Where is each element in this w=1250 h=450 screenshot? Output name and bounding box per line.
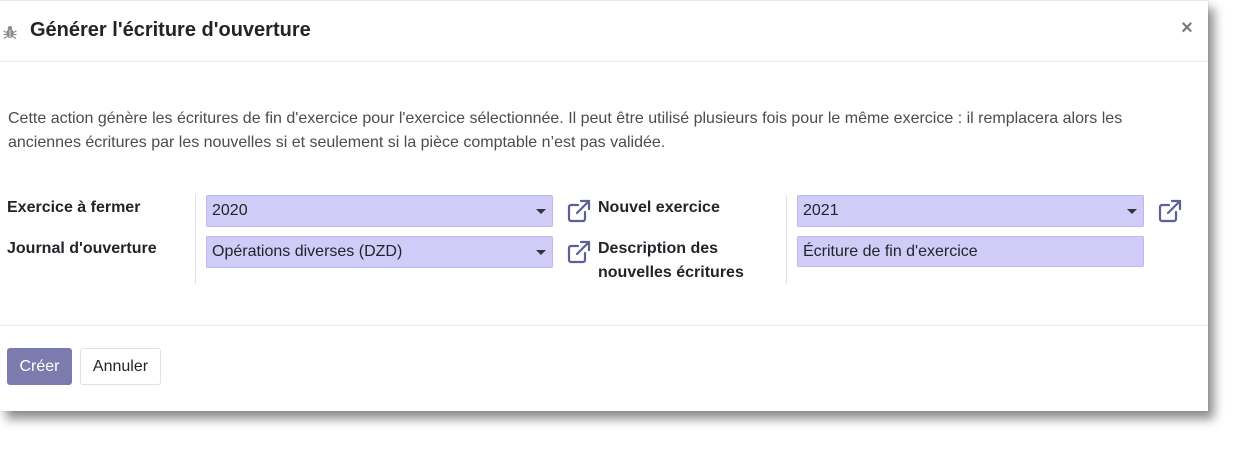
modal-header: Générer l'écriture d'ouverture × <box>0 1 1208 62</box>
chevron-down-icon <box>1127 209 1137 214</box>
new-entries-description-label-line1: Description des <box>598 240 719 257</box>
column-separator-left <box>195 195 196 284</box>
chevron-down-icon <box>536 250 546 255</box>
new-entries-description-value: Écriture de fin d'exercice <box>803 243 978 260</box>
modal-title: Générer l'écriture d'ouverture <box>30 19 311 41</box>
bug-icon <box>3 26 17 39</box>
action-description: Cette action génère les écritures de fin… <box>8 110 1123 151</box>
opening-journal-select[interactable]: Opérations diverses (DZD) <box>206 236 553 268</box>
create-button[interactable]: Créer <box>7 348 72 385</box>
fiscal-year-to-close-label: Exercice à fermer <box>7 199 141 216</box>
chevron-down-icon <box>536 209 546 214</box>
external-link-icon[interactable] <box>1157 198 1183 224</box>
modal-dialog: Générer l'écriture d'ouverture × Cette a… <box>0 0 1208 411</box>
new-fiscal-year-select[interactable]: 2021 <box>797 195 1144 227</box>
modal-footer: Créer Annuler <box>0 325 1208 412</box>
opening-journal-label: Journal d'ouverture <box>7 240 157 257</box>
new-fiscal-year-value: 2021 <box>803 202 839 219</box>
column-separator-right <box>786 195 787 284</box>
external-link-icon[interactable] <box>566 239 592 265</box>
external-link-icon[interactable] <box>566 198 592 224</box>
fiscal-year-to-close-value: 2020 <box>212 202 248 219</box>
fiscal-year-to-close-select[interactable]: 2020 <box>206 195 553 227</box>
opening-journal-value: Opérations diverses (DZD) <box>212 243 403 260</box>
cancel-button[interactable]: Annuler <box>80 348 161 385</box>
new-entries-description-label-line2: nouvelles écritures <box>598 264 744 281</box>
new-entries-description-input[interactable]: Écriture de fin d'exercice <box>797 236 1144 267</box>
close-button[interactable]: × <box>1176 17 1198 39</box>
new-fiscal-year-label: Nouvel exercice <box>598 199 720 216</box>
